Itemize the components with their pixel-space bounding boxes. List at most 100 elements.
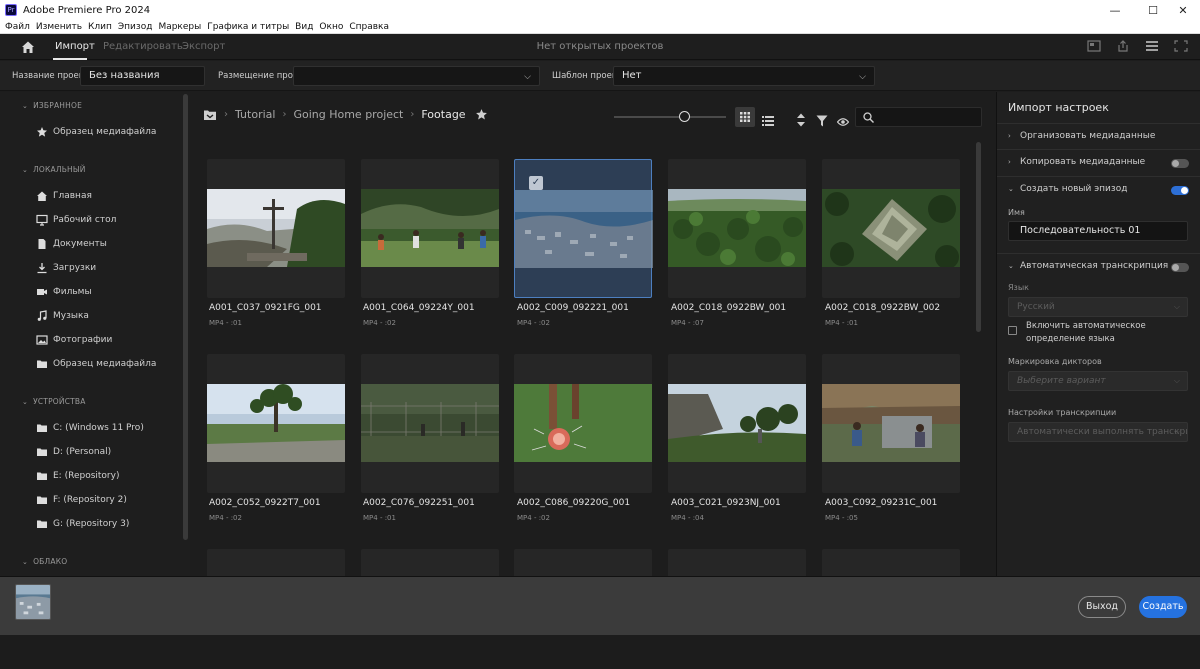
copy-media-row[interactable]: › Копировать медиаданные	[997, 149, 1200, 175]
media-thumbnail	[822, 384, 960, 462]
menu-view[interactable]: Вид	[295, 22, 313, 32]
media-card[interactable]	[668, 354, 806, 493]
menu-window[interactable]: Окно	[319, 22, 343, 32]
thumbnail-size-slider-handle[interactable]	[679, 111, 690, 122]
sidebar-item-photos[interactable]: Фотографии	[36, 332, 112, 348]
chevron-down-icon[interactable]: ⌄	[1008, 262, 1014, 270]
breadcrumb-separator-icon: ›	[224, 109, 228, 120]
selected-media-thumbnail[interactable]	[15, 584, 51, 620]
sidebar-item-label: Образец медиафайла	[53, 127, 157, 137]
fullscreen-icon[interactable]	[1174, 40, 1188, 52]
search-input[interactable]	[855, 107, 982, 127]
folder-icon	[36, 518, 48, 530]
organize-media-row[interactable]: › Организовать медиаданные	[997, 123, 1200, 149]
sidebar-item-drive-g[interactable]: G: (Repository 3)	[36, 516, 129, 532]
media-card[interactable]	[361, 159, 499, 298]
minimize-button[interactable]: —	[1096, 0, 1134, 20]
menu-help[interactable]: Справка	[349, 22, 389, 32]
menu-graphics[interactable]: Графика и титры	[207, 22, 289, 32]
sidebar-item-drive-f[interactable]: F: (Repository 2)	[36, 492, 127, 508]
media-card[interactable]	[822, 549, 960, 576]
grid-view-icon[interactable]	[735, 107, 755, 127]
auto-transcribe-section: ⌄ Автоматическая транскрипция	[997, 253, 1200, 533]
sidebar-item-sample-media-fav[interactable]: Образец медиафайла	[36, 124, 156, 140]
menu-sequence[interactable]: Эпизод	[118, 22, 153, 32]
menu-edit[interactable]: Изменить	[36, 22, 82, 32]
media-card[interactable]	[668, 549, 806, 576]
media-card[interactable]	[514, 354, 652, 493]
exit-button[interactable]: Выход	[1078, 596, 1126, 618]
media-card[interactable]	[361, 549, 499, 576]
sidebar-item-drive-e[interactable]: E: (Repository)	[36, 468, 119, 484]
sidebar-scrollbar[interactable]	[183, 94, 188, 540]
breadcrumb-item[interactable]: Going Home project	[293, 108, 403, 121]
section-cloud[interactable]: ⌄ ОБЛАКО	[22, 557, 67, 566]
media-card[interactable]	[207, 549, 345, 576]
monitor-icon	[36, 214, 48, 226]
sidebar-item-desktop[interactable]: Рабочий стол	[36, 212, 116, 228]
media-card[interactable]	[514, 549, 652, 576]
sidebar-item-drive-c[interactable]: C: (Windows 11 Pro)	[36, 420, 144, 436]
media-card[interactable]	[822, 159, 960, 298]
search-icon	[863, 112, 874, 123]
media-card[interactable]	[822, 354, 960, 493]
media-card[interactable]	[361, 354, 499, 493]
section-local[interactable]: ⌄ ЛОКАЛЬНЫЙ	[22, 165, 86, 174]
media-browser-scrollbar[interactable]	[976, 142, 981, 332]
filter-icon[interactable]	[816, 111, 828, 131]
star-icon[interactable]	[475, 108, 488, 121]
sidebar-item-label: F: (Repository 2)	[53, 495, 127, 505]
project-name-input[interactable]: Без названия	[80, 66, 205, 86]
sidebar-item-music[interactable]: Музыка	[36, 308, 89, 324]
list-view-icon[interactable]	[762, 111, 774, 131]
chevron-down-icon: ⌵	[524, 72, 531, 82]
project-location-select[interactable]: ⌵	[293, 66, 540, 86]
sequence-name-input[interactable]: Последовательность 01	[1008, 221, 1188, 241]
media-title: A002_C052_0922T7_001	[209, 498, 321, 508]
media-meta: MP4 - :04	[671, 514, 704, 522]
menu-markers[interactable]: Маркеры	[158, 22, 201, 32]
media-meta: MP4 - :07	[671, 319, 704, 327]
folder-icon[interactable]	[203, 109, 217, 121]
speaker-labeling-select[interactable]: Выберите вариант ⌵	[1008, 371, 1188, 391]
media-card[interactable]	[207, 159, 345, 298]
share-icon[interactable]	[1116, 40, 1130, 52]
transcription-settings-select[interactable]: Автоматически выполнять транскри... ⌵	[1008, 422, 1188, 442]
language-select[interactable]: Русский ⌵	[1008, 297, 1188, 317]
quick-export-icon[interactable]	[1087, 40, 1101, 52]
sidebar-item-home[interactable]: Главная	[36, 188, 92, 204]
sort-icon[interactable]	[796, 110, 806, 130]
close-button[interactable]: ✕	[1164, 0, 1200, 20]
media-card-selected[interactable]: ✓	[514, 159, 653, 298]
breadcrumb-item[interactable]: Tutorial	[235, 108, 275, 121]
media-thumbnail	[514, 384, 652, 462]
breadcrumb: › Tutorial › Going Home project › Footag…	[203, 108, 488, 121]
menu-clip[interactable]: Клип	[88, 22, 112, 32]
thumbnail-size-slider[interactable]	[614, 116, 726, 118]
auto-transcribe-toggle[interactable]	[1171, 263, 1189, 272]
sidebar-item-label: D: (Personal)	[53, 447, 112, 457]
eye-icon[interactable]	[837, 112, 849, 132]
premiere-logo-icon: Pr	[5, 4, 17, 16]
sidebar-item-sample-media[interactable]: Образец медиафайла	[36, 356, 156, 372]
chevron-down-icon[interactable]: ⌄	[1008, 185, 1014, 193]
sidebar-item-downloads[interactable]: Загрузки	[36, 260, 96, 276]
create-button[interactable]: Создать	[1139, 596, 1187, 618]
sidebar-item-drive-d[interactable]: D: (Personal)	[36, 444, 111, 460]
media-card[interactable]	[207, 354, 345, 493]
copy-media-toggle[interactable]	[1171, 159, 1189, 168]
new-sequence-toggle[interactable]	[1171, 186, 1189, 195]
sidebar-item-label: Загрузки	[53, 263, 97, 273]
sidebar-item-movies[interactable]: Фильмы	[36, 284, 92, 300]
media-card[interactable]	[668, 159, 806, 298]
project-template-select[interactable]: Нет ⌵	[613, 66, 875, 86]
auto-detect-checkbox[interactable]	[1008, 326, 1017, 335]
menu-file[interactable]: Файл	[5, 22, 30, 32]
breadcrumb-current: Footage	[421, 108, 466, 121]
checkbox-checked-icon[interactable]: ✓	[529, 176, 543, 190]
sidebar-item-documents[interactable]: Документы	[36, 236, 107, 252]
workspaces-icon[interactable]	[1145, 40, 1159, 52]
section-favorites[interactable]: ⌄ ИЗБРАННОЕ	[22, 101, 82, 110]
media-thumbnail	[207, 384, 345, 462]
section-devices[interactable]: ⌄ УСТРОЙСТВА	[22, 397, 86, 406]
